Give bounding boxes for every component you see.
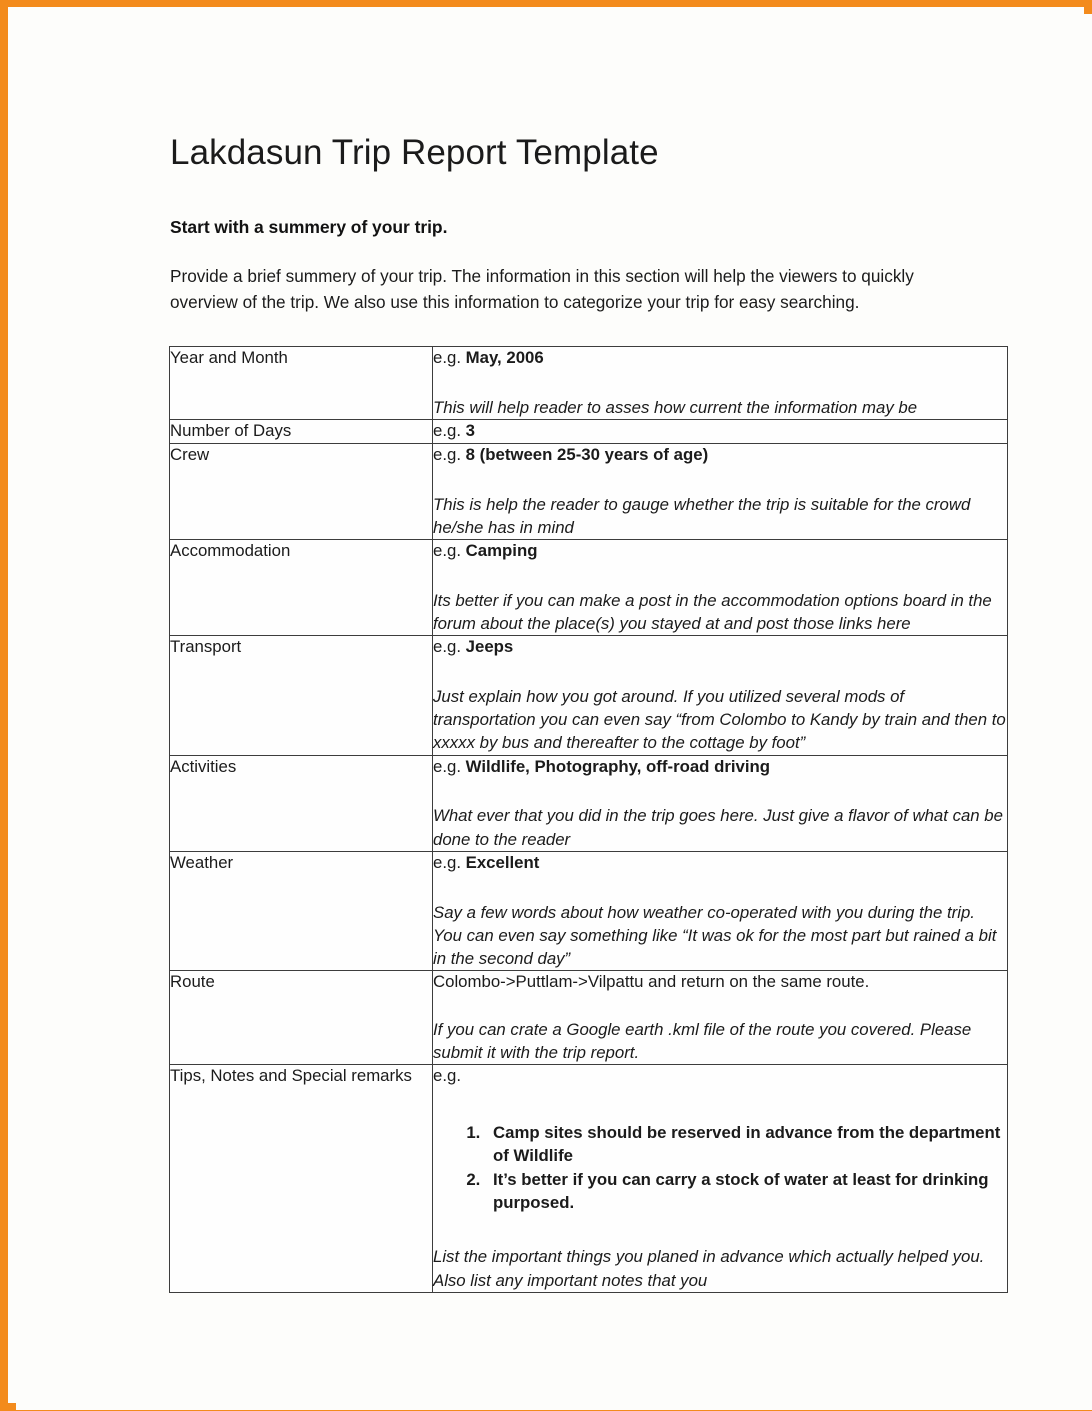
- field-value-tips-notes-remarks: e.g. Camp sites should be reserved in ad…: [432, 1064, 1008, 1293]
- field-label-accommodation: Accommodation: [169, 538, 433, 637]
- trip-report-fields-table: Year and Month e.g. May, 2006 This will …: [169, 345, 1008, 1293]
- section-heading: Start with a summery of your trip.: [170, 217, 448, 237]
- table-row: Tips, Notes and Special remarks e.g. Cam…: [169, 1064, 1008, 1293]
- example-value: 8 (between 25-30 years of age): [465, 444, 709, 464]
- field-description: Just explain how you got around. If you …: [433, 687, 1006, 753]
- table-row: Accommodation e.g. Camping Its better if…: [169, 538, 1008, 637]
- example-prefix: e.g.: [433, 540, 466, 560]
- field-label-weather: Weather: [169, 850, 433, 972]
- example-line: e.g. 8 (between 25-30 years of age): [433, 444, 1007, 467]
- field-value-weather: e.g. Excellent Say a few words about how…: [432, 850, 1008, 972]
- example-line: e.g. Excellent: [433, 852, 1007, 875]
- table-row: Route Colombo->Puttlam->Vilpattu and ret…: [169, 970, 1008, 1066]
- example-line: e.g. 3: [433, 420, 1007, 443]
- field-label-year-and-month: Year and Month: [169, 345, 433, 420]
- field-description: If you can crate a Google earth .kml fil…: [433, 1019, 972, 1063]
- document-sheet: Lakdasun Trip Report Template Start with…: [16, 14, 1092, 1410]
- example-value: Excellent: [465, 852, 540, 872]
- field-description: This is help the reader to gauge whether…: [433, 494, 971, 537]
- field-description: Say a few words about how weather co-ope…: [433, 902, 997, 968]
- example-prefix: e.g.: [433, 637, 466, 657]
- field-value-route: Colombo->Puttlam->Vilpattu and return on…: [432, 970, 1008, 1066]
- example-prefix: e.g.: [433, 347, 466, 367]
- example-value: Jeeps: [465, 637, 514, 657]
- page-orange-border: Lakdasun Trip Report Template Start with…: [0, 0, 1092, 1411]
- example-line: e.g. Camping: [433, 540, 1007, 563]
- example-value: 3: [465, 420, 475, 440]
- field-description: Its better if you can make a post in the…: [433, 590, 992, 633]
- intro-paragraph: Provide a brief summery of your trip. Th…: [170, 266, 914, 312]
- table-row: Crew e.g. 8 (between 25-30 years of age)…: [169, 442, 1008, 540]
- field-label-transport: Transport: [169, 635, 433, 756]
- example-prefix: e.g.: [433, 444, 466, 464]
- table-row: Transport e.g. Jeeps Just explain how yo…: [169, 635, 1008, 756]
- example-prefix: e.g.: [433, 756, 466, 776]
- field-value-transport: e.g. Jeeps Just explain how you got arou…: [432, 635, 1008, 756]
- example-value: May, 2006: [465, 347, 544, 367]
- field-value-crew: e.g. 8 (between 25-30 years of age) This…: [432, 442, 1008, 540]
- table-row: Weather e.g. Excellent Say a few words a…: [169, 850, 1008, 972]
- field-value-accommodation: e.g. Camping Its better if you can make …: [432, 538, 1008, 637]
- field-label-tips-notes-remarks: Tips, Notes and Special remarks: [169, 1064, 433, 1293]
- field-label-route: Route: [169, 970, 433, 1066]
- field-label-activities: Activities: [169, 754, 433, 852]
- field-value-number-of-days: e.g. 3: [432, 418, 1008, 444]
- field-description: What ever that you did in the trip goes …: [433, 806, 1003, 849]
- example-line: e.g. May, 2006: [433, 347, 1007, 370]
- page-title: Lakdasun Trip Report Template: [170, 133, 659, 172]
- example-line: e.g. Wildlife, Photography, off-road dri…: [433, 756, 1007, 779]
- example-prefix: e.g.: [433, 852, 466, 872]
- list-item: Camp sites should be reserved in advance…: [485, 1122, 1007, 1168]
- example-line: e.g. Jeeps: [433, 636, 1007, 659]
- field-description: This will help reader to asses how curre…: [433, 397, 918, 417]
- example-prefix: e.g.: [433, 420, 466, 440]
- field-value-activities: e.g. Wildlife, Photography, off-road dri…: [432, 754, 1008, 852]
- table-row: Activities e.g. Wildlife, Photography, o…: [169, 754, 1008, 852]
- route-example: Colombo->Puttlam->Vilpattu and return on…: [433, 972, 870, 992]
- example-line: e.g.: [433, 1065, 1007, 1088]
- example-value: Camping: [465, 540, 538, 560]
- tips-ordered-list: Camp sites should be reserved in advance…: [433, 1122, 1007, 1214]
- table-row: Year and Month e.g. May, 2006 This will …: [169, 345, 1008, 420]
- document-body: Lakdasun Trip Report Template Start with…: [161, 132, 1011, 1293]
- list-item: It’s better if you can carry a stock of …: [485, 1169, 1007, 1215]
- field-description: List the important things you planed in …: [433, 1247, 985, 1290]
- example-value: Wildlife, Photography, off-road driving: [465, 756, 771, 776]
- field-value-year-and-month: e.g. May, 2006 This will help reader to …: [432, 345, 1008, 420]
- field-label-number-of-days: Number of Days: [169, 418, 433, 444]
- field-label-crew: Crew: [169, 442, 433, 540]
- example-prefix: e.g.: [433, 1066, 461, 1086]
- table-row: Number of Days e.g. 3: [169, 418, 1008, 444]
